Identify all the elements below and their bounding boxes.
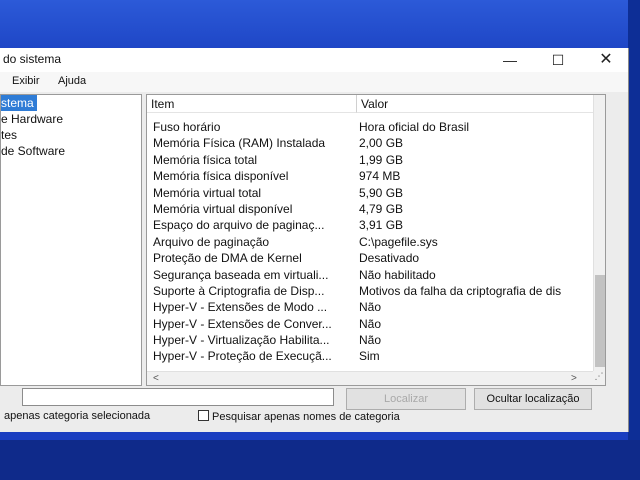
table-row[interactable]: Memória física disponível 974 MB: [147, 168, 593, 184]
row-value: 974 MB: [359, 169, 401, 184]
row-item: Suporte à Criptografia de Disp...: [153, 283, 325, 298]
row-value: Não habilitado: [359, 267, 436, 282]
title-bar[interactable]: do sistema — ☐ ✕: [0, 48, 628, 72]
row-value: 4,79 GB: [359, 201, 404, 216]
row-item: Fuso horário: [153, 120, 221, 134]
scroll-left-arrow-icon[interactable]: <: [153, 373, 159, 384]
search-selected-category-label: apenas categoria selecionada: [4, 410, 151, 422]
horizontal-scrollbar[interactable]: < >: [147, 371, 593, 385]
column-header-value[interactable]: Valor: [357, 95, 593, 113]
close-find-button[interactable]: Ocultar localização: [474, 388, 592, 410]
search-category-names-label: Pesquisar apenas nomes de categoria: [212, 411, 400, 423]
find-input[interactable]: [22, 388, 334, 406]
row-item: Hyper-V - Extensões de Conver...: [153, 316, 332, 331]
table-row[interactable]: Fuso horário Hora oficial do Brasil: [147, 119, 593, 135]
table-row[interactable]: Memória física total 1,99 GB: [147, 152, 593, 168]
details-list[interactable]: Item Valor Fuso horário Hora oficial do B…: [146, 94, 606, 386]
table-rows: Fuso horário Hora oficial do Brasil Memór…: [147, 119, 593, 365]
system-information-window: do sistema — ☐ ✕ Exibir Ajuda stema e Ha…: [0, 48, 629, 432]
maximize-button[interactable]: ☐: [536, 48, 580, 72]
search-category-names-option[interactable]: Pesquisar apenas nomes de categoria: [198, 410, 400, 423]
row-value: Hora oficial do Brasil: [359, 120, 470, 134]
menu-bar: Exibir Ajuda: [0, 72, 628, 92]
row-item: Arquivo de paginação: [153, 234, 270, 249]
table-row[interactable]: Memória virtual disponível 4,79 GB: [147, 201, 593, 217]
tree-item-label: stema: [1, 96, 34, 110]
row-item: Memória física disponível: [153, 169, 289, 184]
table-row[interactable]: Espaço do arquivo de paginaç... 3,91 GB: [147, 217, 593, 233]
tree-item-hardware-resources[interactable]: e Hardware: [1, 111, 66, 127]
row-item: Memória virtual disponível: [153, 201, 293, 216]
vertical-scroll-thumb[interactable]: [595, 275, 605, 367]
window-title: do sistema: [3, 52, 62, 66]
row-value: Sim: [359, 349, 380, 364]
row-value: 5,90 GB: [359, 185, 404, 200]
table-row[interactable]: Hyper-V - Extensões de Modo ... Não: [147, 299, 593, 315]
find-button[interactable]: Localizar: [346, 388, 466, 410]
row-item: Hyper-V - Proteção de Execuçã...: [153, 349, 332, 364]
desktop-background-bottom: [0, 440, 640, 480]
row-item: Segurança baseada em virtuali...: [153, 267, 329, 282]
tree-item-components[interactable]: tes: [1, 127, 20, 143]
table-row[interactable]: Proteção de DMA de Kernel Desativado: [147, 250, 593, 266]
resize-grip-icon[interactable]: ⋰: [593, 371, 605, 385]
table-row[interactable]: Memória virtual total 5,90 GB: [147, 185, 593, 201]
tree-item-label: de Software: [1, 144, 66, 158]
row-item: Hyper-V - Extensões de Modo ...: [153, 300, 328, 315]
row-value: Não: [359, 316, 382, 331]
column-header-item[interactable]: Item: [147, 95, 357, 113]
category-names-checkbox[interactable]: [198, 410, 209, 421]
close-button[interactable]: ✕: [584, 48, 628, 72]
category-tree[interactable]: stema e Hardware tes de Software: [0, 94, 142, 386]
table-row[interactable]: Hyper-V - Proteção de Execuçã... Sim: [147, 348, 593, 364]
scroll-right-arrow-icon[interactable]: >: [571, 373, 577, 384]
desktop-background-top: [0, 0, 640, 54]
minimize-button[interactable]: —: [488, 48, 532, 72]
row-value: Não: [359, 333, 382, 348]
tree-item-label: e Hardware: [1, 112, 64, 126]
menu-exibir[interactable]: Exibir: [12, 75, 40, 87]
row-item: Espaço do arquivo de paginaç...: [153, 218, 325, 233]
row-value: 2,00 GB: [359, 136, 404, 151]
table-row[interactable]: Hyper-V - Extensões de Conver... Não: [147, 316, 593, 332]
vertical-scrollbar[interactable]: [593, 95, 605, 371]
desktop-background-right: [628, 0, 640, 480]
table-row[interactable]: Segurança baseada em virtuali... Não habi…: [147, 267, 593, 283]
tree-item-software-environment[interactable]: de Software: [1, 143, 68, 159]
table-row[interactable]: Hyper-V - Virtualização Habilita... Não: [147, 332, 593, 348]
row-value: 3,91 GB: [359, 218, 404, 233]
row-item: Proteção de DMA de Kernel: [153, 251, 302, 266]
row-value: 1,99 GB: [359, 152, 404, 167]
table-row[interactable]: Suporte à Criptografia de Disp... Motivos…: [147, 283, 593, 299]
row-value: Desativado: [359, 251, 420, 266]
search-selected-category-option[interactable]: apenas categoria selecionada: [4, 410, 150, 422]
row-item: Memória física total: [153, 152, 258, 167]
row-item: Memória virtual total: [153, 185, 262, 200]
table-row[interactable]: Memória Física (RAM) Instalada 2,00 GB: [147, 135, 593, 151]
menu-ajuda[interactable]: Ajuda: [58, 75, 86, 87]
row-value: Motivos da falha da criptografia de dis: [359, 283, 562, 298]
tree-item-label: tes: [1, 128, 18, 142]
row-value: C:\pagefile.sys: [359, 234, 438, 249]
find-bar: Localizar Ocultar localização apenas cat…: [0, 386, 628, 432]
table-row[interactable]: Arquivo de paginação C:\pagefile.sys: [147, 234, 593, 250]
row-value: Não: [359, 300, 382, 315]
row-item: Hyper-V - Virtualização Habilita...: [153, 333, 330, 348]
tree-item-system-summary[interactable]: stema: [1, 95, 37, 111]
row-item: Memória Física (RAM) Instalada: [153, 136, 326, 151]
